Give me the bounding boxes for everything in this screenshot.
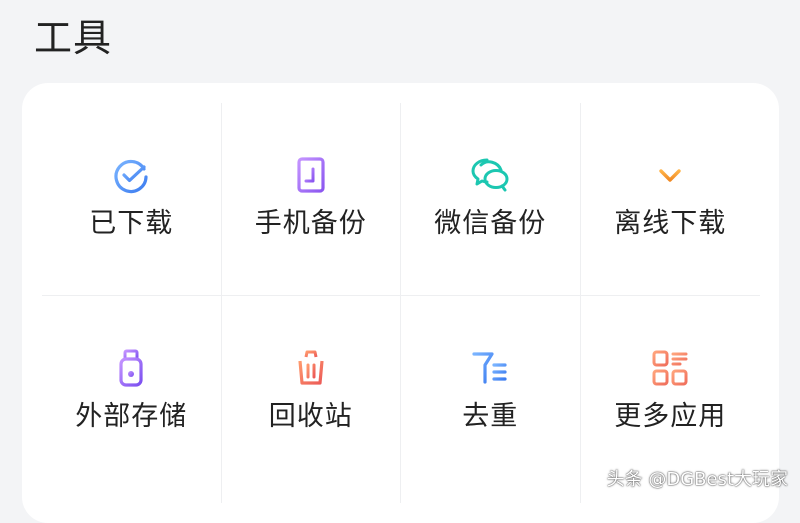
tool-label: 手机备份	[255, 207, 367, 241]
tool-label: 已下载	[89, 207, 173, 241]
tool-wechat-backup[interactable]: 微信备份	[401, 103, 581, 296]
tool-offline-download[interactable]: 离线下载	[581, 103, 761, 296]
usb-storage-icon	[111, 348, 151, 388]
tool-label: 微信备份	[434, 207, 546, 241]
dedupe-icon	[470, 348, 510, 388]
tool-downloaded[interactable]: 已下载	[42, 103, 222, 296]
tool-label: 更多应用	[614, 400, 726, 434]
page-title: 工具	[34, 12, 112, 64]
tool-label: 离线下载	[614, 207, 726, 241]
downloaded-check-icon	[111, 155, 151, 195]
recycle-bin-icon	[291, 348, 331, 388]
wechat-backup-icon	[470, 155, 510, 195]
tool-external-storage[interactable]: 外部存储	[42, 296, 222, 503]
tool-label: 去重	[462, 400, 518, 434]
tool-dedupe[interactable]: 去重	[401, 296, 581, 503]
tools-grid: 已下载 手机备份 微信备份	[42, 103, 760, 503]
offline-download-icon	[650, 155, 690, 195]
phone-backup-icon	[291, 155, 331, 195]
watermark: 头条 @DGBest大玩家	[607, 465, 788, 491]
tools-card: 已下载 手机备份 微信备份	[22, 83, 779, 523]
tool-recycle-bin[interactable]: 回收站	[222, 296, 402, 503]
tool-label: 外部存储	[75, 400, 187, 434]
tool-phone-backup[interactable]: 手机备份	[222, 103, 402, 296]
tool-label: 回收站	[269, 400, 353, 434]
more-apps-icon	[650, 348, 690, 388]
